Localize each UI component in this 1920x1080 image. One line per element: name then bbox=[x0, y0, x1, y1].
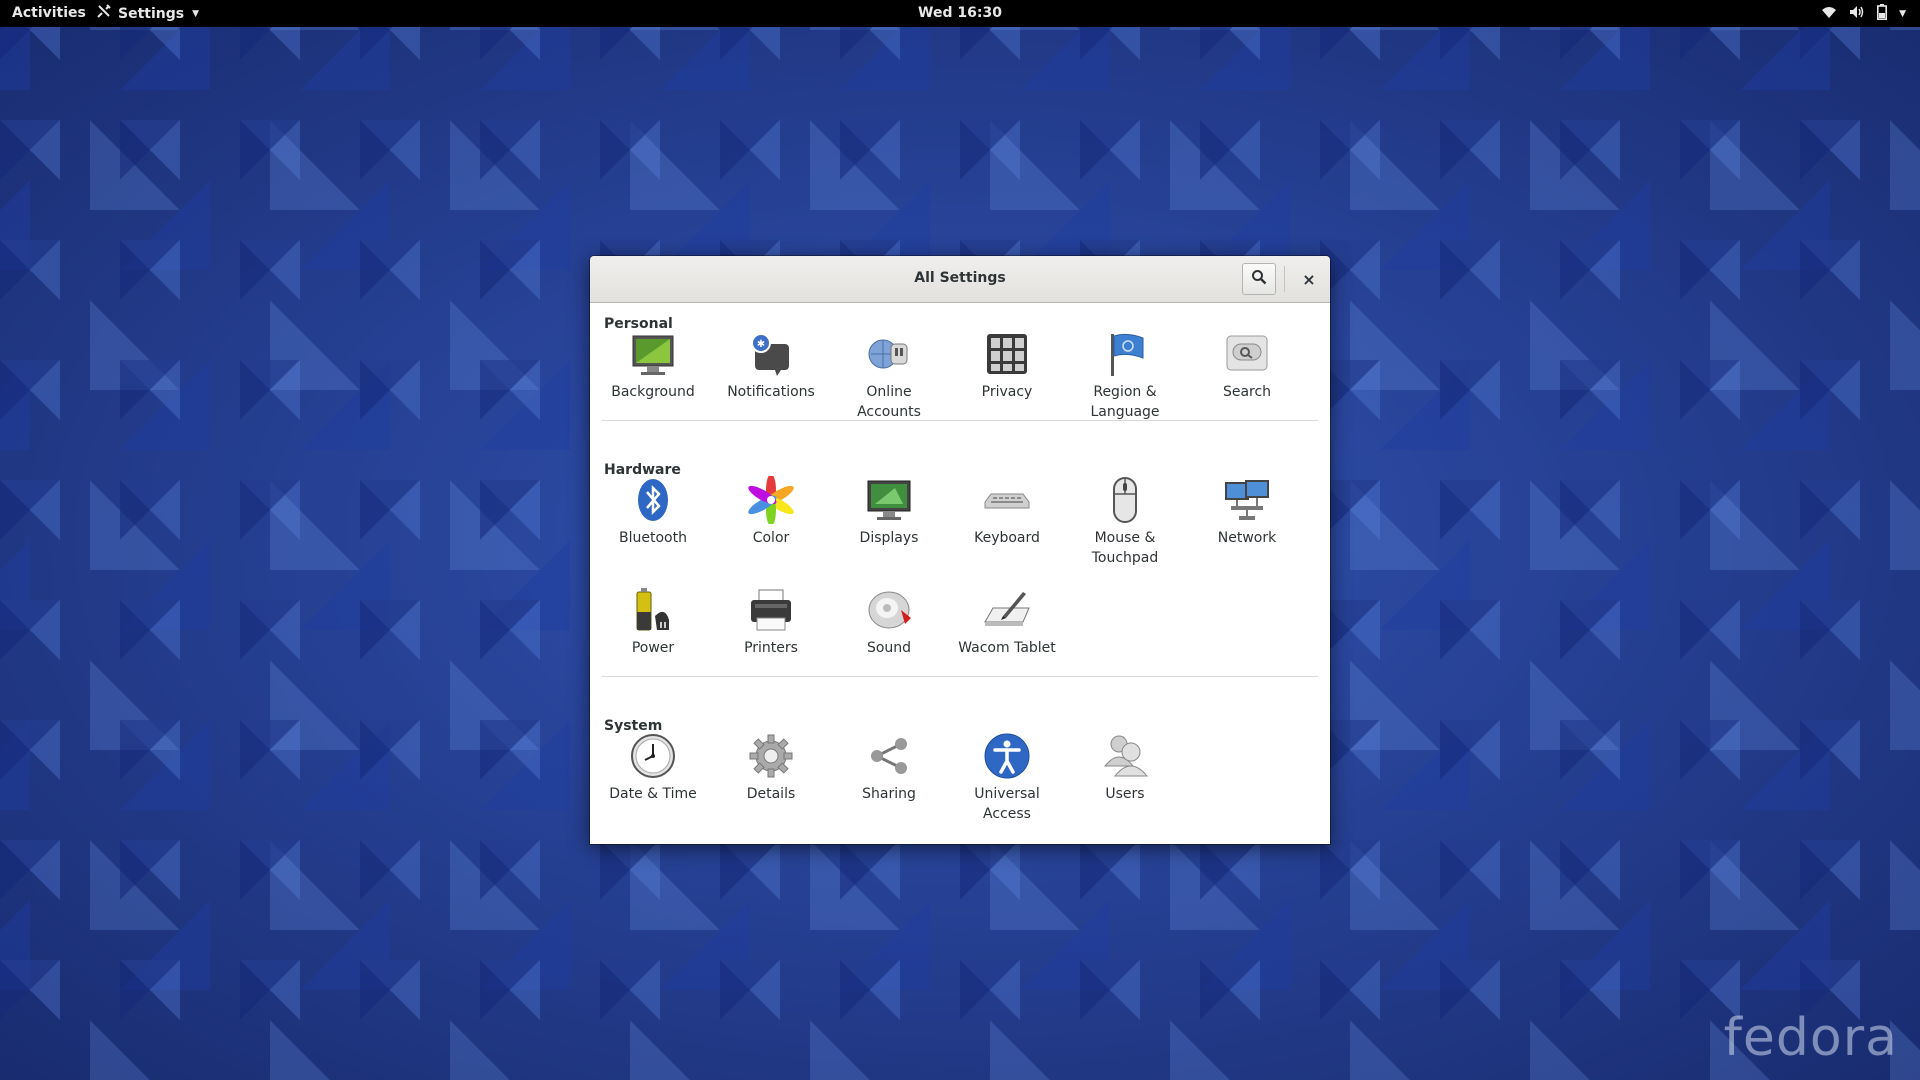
panel-label: Power bbox=[631, 640, 675, 656]
panel-displays[interactable]: Displays bbox=[830, 476, 948, 548]
system-status-menu[interactable]: ▼ bbox=[1821, 4, 1906, 24]
panel-mouse-touchpad[interactable]: Mouse & Touchpad bbox=[1066, 476, 1184, 568]
battery-icon bbox=[1877, 4, 1888, 24]
header-bar: All Settings × bbox=[590, 256, 1330, 303]
date-time-icon bbox=[629, 732, 677, 780]
panel-label: Color bbox=[752, 530, 790, 546]
panel-label: Background bbox=[611, 384, 695, 400]
notifications-icon: ✱ bbox=[747, 330, 795, 378]
panel-label: Printers bbox=[744, 640, 798, 656]
close-button[interactable]: × bbox=[1294, 263, 1324, 295]
app-menu-label: Settings bbox=[118, 5, 185, 22]
search-icon bbox=[1251, 269, 1267, 289]
panel-label: Details bbox=[746, 786, 796, 802]
window-title: All Settings bbox=[914, 270, 1006, 286]
panel-label: Region & Language bbox=[1090, 384, 1160, 420]
panel-label: Displays bbox=[859, 530, 919, 546]
panel-label: Network bbox=[1217, 530, 1277, 546]
panel-background[interactable]: Background bbox=[594, 330, 712, 402]
fedora-logo-watermark: fedora bbox=[1723, 1008, 1898, 1068]
search-button[interactable] bbox=[1242, 263, 1276, 295]
mouse-touchpad-icon bbox=[1101, 476, 1149, 524]
clock[interactable]: Wed 16:30 bbox=[918, 5, 1002, 21]
panel-privacy[interactable]: Privacy bbox=[948, 330, 1066, 402]
panel-printers[interactable]: Printers bbox=[712, 586, 830, 658]
bluetooth-icon bbox=[629, 476, 677, 524]
wacom-tablet-icon bbox=[983, 586, 1031, 634]
background-icon bbox=[629, 330, 677, 378]
panel-universal-access[interactable]: Universal Access bbox=[948, 732, 1066, 824]
universal-access-icon bbox=[983, 732, 1031, 780]
svg-text:✱: ✱ bbox=[757, 339, 765, 350]
users-icon bbox=[1101, 732, 1149, 780]
panel-label: Sharing bbox=[862, 786, 916, 802]
panel-label: Bluetooth bbox=[619, 530, 687, 546]
wifi-icon bbox=[1821, 5, 1837, 23]
header-separator bbox=[1284, 266, 1285, 292]
panel-users[interactable]: Users bbox=[1066, 732, 1184, 804]
sound-icon bbox=[865, 586, 913, 634]
panel-label: Search bbox=[1222, 384, 1272, 400]
section-separator bbox=[602, 676, 1318, 677]
displays-icon bbox=[865, 476, 913, 524]
settings-panel-grid: Personal Search Background ✱ Notificatio… bbox=[590, 304, 1330, 844]
activities-button[interactable]: Activities bbox=[12, 5, 86, 21]
panel-power[interactable]: Power bbox=[594, 586, 712, 658]
section-separator bbox=[602, 420, 1318, 421]
panel-bluetooth[interactable]: Bluetooth bbox=[594, 476, 712, 548]
online-accounts-icon bbox=[865, 330, 913, 378]
network-icon bbox=[1223, 476, 1271, 524]
top-bar: Activities Settings ▼ Wed 16:30 ▼ bbox=[0, 0, 1920, 27]
panel-label: Sound bbox=[866, 640, 912, 656]
panel-label: Universal Access bbox=[974, 786, 1040, 822]
panel-label: Privacy bbox=[981, 384, 1033, 400]
panel-search[interactable]: Search bbox=[1188, 330, 1306, 402]
privacy-icon bbox=[983, 330, 1031, 378]
panel-details[interactable]: Details bbox=[712, 732, 830, 804]
panel-wacom-tablet[interactable]: Wacom Tablet bbox=[948, 586, 1066, 658]
sharing-icon bbox=[865, 732, 913, 780]
panel-label: Date & Time bbox=[609, 786, 697, 802]
region-language-icon bbox=[1101, 330, 1149, 378]
chevron-down-icon: ▼ bbox=[1899, 9, 1906, 19]
chevron-down-icon: ▼ bbox=[192, 8, 200, 19]
panel-date-time[interactable]: Date & Time bbox=[594, 732, 712, 804]
color-icon bbox=[747, 474, 795, 526]
panel-notifications[interactable]: ✱ Notifications bbox=[712, 330, 830, 402]
settings-window: All Settings × Personal Search Backgroun… bbox=[590, 256, 1330, 844]
printers-icon bbox=[747, 586, 795, 634]
panel-label: Notifications bbox=[727, 384, 815, 400]
settings-gear-icon bbox=[96, 4, 112, 23]
panel-keyboard[interactable]: Keyboard bbox=[948, 476, 1066, 548]
search-settings-icon bbox=[1223, 330, 1271, 378]
panel-label: Online Accounts bbox=[857, 384, 921, 420]
keyboard-icon bbox=[983, 476, 1031, 524]
panel-label: Wacom Tablet bbox=[958, 640, 1056, 656]
volume-icon bbox=[1849, 5, 1865, 23]
panel-label: Users bbox=[1105, 786, 1145, 802]
panel-label: Mouse & Touchpad bbox=[1091, 530, 1159, 566]
panel-online-accounts[interactable]: Online Accounts bbox=[830, 330, 948, 422]
panel-color[interactable]: Color bbox=[712, 474, 830, 548]
details-icon bbox=[747, 732, 795, 780]
panel-network[interactable]: Network bbox=[1188, 476, 1306, 548]
close-icon: × bbox=[1302, 269, 1316, 289]
panel-region-language[interactable]: Region & Language bbox=[1066, 330, 1184, 422]
panel-sharing[interactable]: Sharing bbox=[830, 732, 948, 804]
power-icon bbox=[629, 586, 677, 634]
panel-label: Keyboard bbox=[974, 530, 1040, 546]
panel-sound[interactable]: Sound bbox=[830, 586, 948, 658]
app-menu[interactable]: Settings ▼ bbox=[96, 4, 199, 23]
